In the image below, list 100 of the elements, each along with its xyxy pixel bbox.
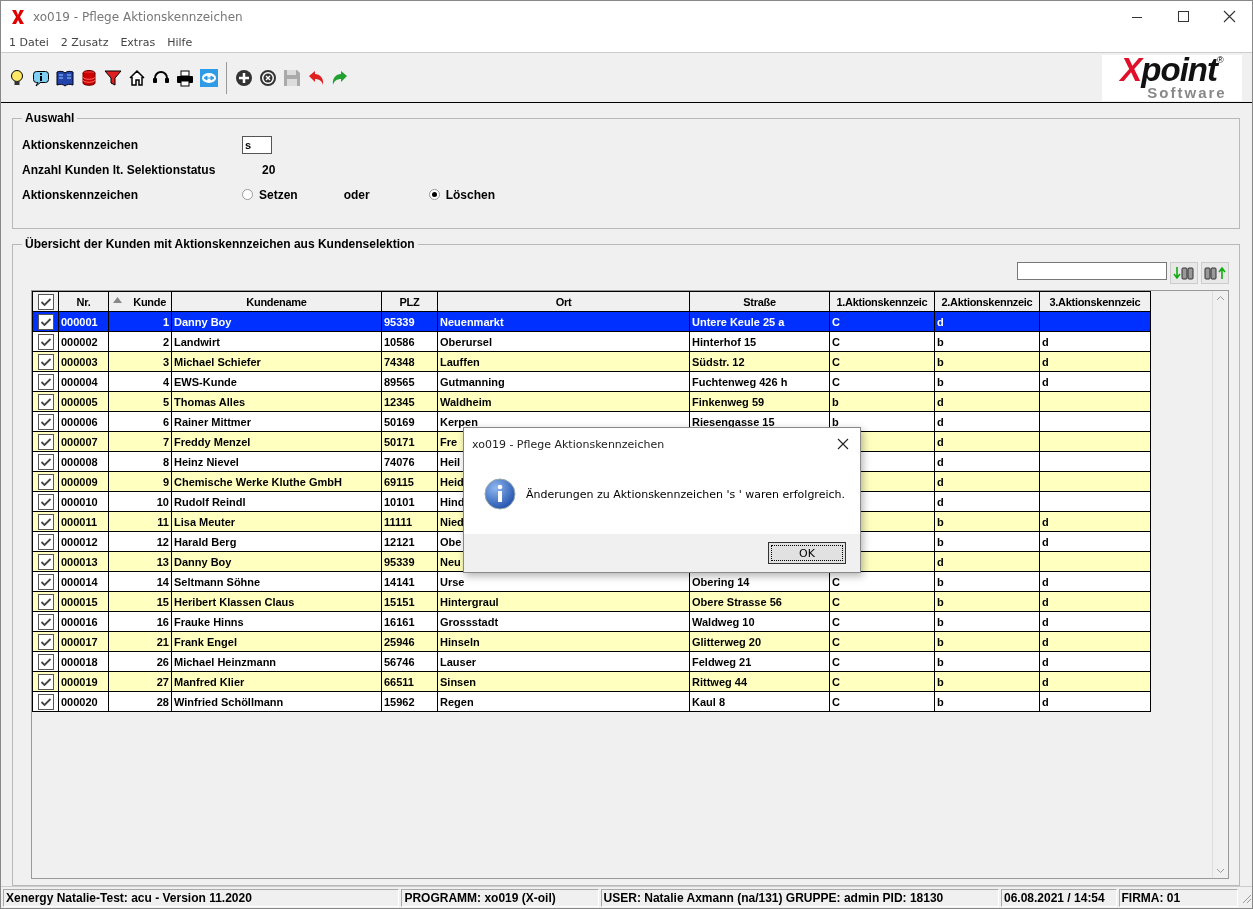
table-cell: 000005: [58, 391, 109, 412]
table-cell: Hinseln: [437, 631, 690, 652]
checkbox[interactable]: [37, 353, 54, 370]
lightbulb-icon[interactable]: [8, 68, 26, 87]
checkbox[interactable]: [37, 313, 54, 330]
redo-icon[interactable]: [331, 68, 349, 87]
database-icon[interactable]: [80, 68, 98, 87]
checkbox[interactable]: [37, 413, 54, 430]
checkbox[interactable]: [37, 613, 54, 630]
checkbox[interactable]: [37, 433, 54, 450]
column-header[interactable]: Kunde: [108, 291, 172, 312]
table-cell: 16161: [381, 611, 438, 632]
checkbox[interactable]: [37, 473, 54, 490]
table-cell: Michael Heinzmann: [171, 651, 382, 672]
plus-icon[interactable]: [235, 68, 253, 87]
table-cell: b: [934, 531, 1040, 552]
menu-item[interactable]: Extras: [120, 36, 156, 49]
table-cell: b: [934, 651, 1040, 672]
house-icon[interactable]: [128, 68, 146, 87]
column-header[interactable]: Nr.: [58, 291, 109, 312]
column-header[interactable]: 3.Aktionskennzeic: [1039, 291, 1151, 312]
table-cell: 9: [108, 471, 172, 492]
table-cell: C: [829, 631, 935, 652]
column-header[interactable]: Ort: [437, 291, 690, 312]
table-cell: C: [829, 671, 935, 692]
table-cell: 8: [108, 451, 172, 472]
checkbox[interactable]: [37, 493, 54, 510]
table-cell: Seltmann Söhne: [171, 571, 382, 592]
field-label: Anzahl Kunden lt. Selektionstatus: [22, 162, 217, 177]
table-cell: Frauke Hinns: [171, 611, 382, 632]
close-icon[interactable]: [836, 437, 850, 451]
search-field[interactable]: [1017, 262, 1167, 280]
checkbox[interactable]: [37, 533, 54, 550]
checkbox[interactable]: [37, 393, 54, 410]
table-cell: Untere Keule 25 a: [689, 311, 830, 332]
table-cell: Harald Berg: [171, 531, 382, 552]
checkbox[interactable]: [37, 453, 54, 470]
table-cell: 28: [108, 691, 172, 712]
input-field[interactable]: s: [242, 135, 272, 154]
table-cell: C: [829, 691, 935, 712]
table-cell: 000020: [58, 691, 109, 712]
table-cell: 4: [108, 371, 172, 392]
checkbox[interactable]: [37, 593, 54, 610]
table-cell: b: [934, 351, 1040, 372]
table-cell: 11: [108, 511, 172, 532]
checkbox[interactable]: [37, 333, 54, 350]
menu-item[interactable]: Hilfe: [167, 36, 193, 49]
table-cell: b: [829, 391, 935, 412]
ok-button[interactable]: OK: [768, 542, 846, 564]
table-cell: 50171: [381, 431, 438, 452]
cancel-icon[interactable]: [259, 68, 277, 87]
table-cell: Regen: [437, 691, 690, 712]
remote-desktop-icon[interactable]: [200, 68, 218, 87]
table-cell: Glitterweg 20: [689, 631, 830, 652]
radio-button[interactable]: Setzen: [242, 187, 298, 202]
table-cell: 000007: [58, 431, 109, 452]
table-cell: Sinsen: [437, 671, 690, 692]
checkbox[interactable]: [37, 553, 54, 570]
table-cell: 74076: [381, 451, 438, 472]
table-cell: Finkenweg 59: [689, 391, 830, 412]
radio-button[interactable]: Löschen: [428, 187, 496, 202]
find-down-button[interactable]: [1170, 262, 1198, 284]
checkbox[interactable]: [37, 653, 54, 670]
menu-item[interactable]: 1 Datei: [9, 36, 49, 49]
table-cell: 000001: [58, 311, 109, 332]
table-cell: d: [934, 451, 1040, 472]
separator-text: oder: [343, 187, 371, 202]
column-header[interactable]: 1.Aktionskennzeic: [829, 291, 935, 312]
table-cell: 5: [108, 391, 172, 412]
table-cell: 000017: [58, 631, 109, 652]
info-icon[interactable]: [32, 68, 50, 87]
table-cell: Lisa Meuter: [171, 511, 382, 532]
checkbox[interactable]: [37, 293, 54, 310]
table-cell: Gutmanning: [437, 371, 690, 392]
table-cell: 000002: [58, 331, 109, 352]
checkbox[interactable]: [37, 373, 54, 390]
column-header[interactable]: PLZ: [381, 291, 438, 312]
menu-item[interactable]: 2 Zusatz: [60, 36, 109, 49]
find-up-button[interactable]: [1201, 262, 1229, 284]
table-cell: d: [1039, 371, 1151, 392]
column-header[interactable]: Kundename: [171, 291, 382, 312]
table-cell: 10: [108, 491, 172, 512]
printer-icon[interactable]: [176, 68, 194, 87]
table-cell: 000010: [58, 491, 109, 512]
undo-icon[interactable]: [307, 68, 325, 87]
table-cell: 2: [108, 331, 172, 352]
table-cell: b: [934, 671, 1040, 692]
checkbox[interactable]: [37, 693, 54, 710]
column-header[interactable]: Straße: [689, 291, 830, 312]
window-title: xo019 - Pflege Aktionskennzeichen: [33, 10, 244, 24]
checkbox[interactable]: [37, 633, 54, 650]
table-cell: b: [934, 591, 1040, 612]
table-cell: C: [829, 611, 935, 632]
table-cell: Hinterhof 15: [689, 331, 830, 352]
funnel-icon[interactable]: [104, 68, 122, 87]
book-icon[interactable]: [56, 68, 74, 87]
checkbox[interactable]: [37, 673, 54, 690]
checkbox[interactable]: [37, 513, 54, 530]
column-header[interactable]: 2.Aktionskennzeic: [934, 291, 1040, 312]
checkbox[interactable]: [37, 573, 54, 590]
